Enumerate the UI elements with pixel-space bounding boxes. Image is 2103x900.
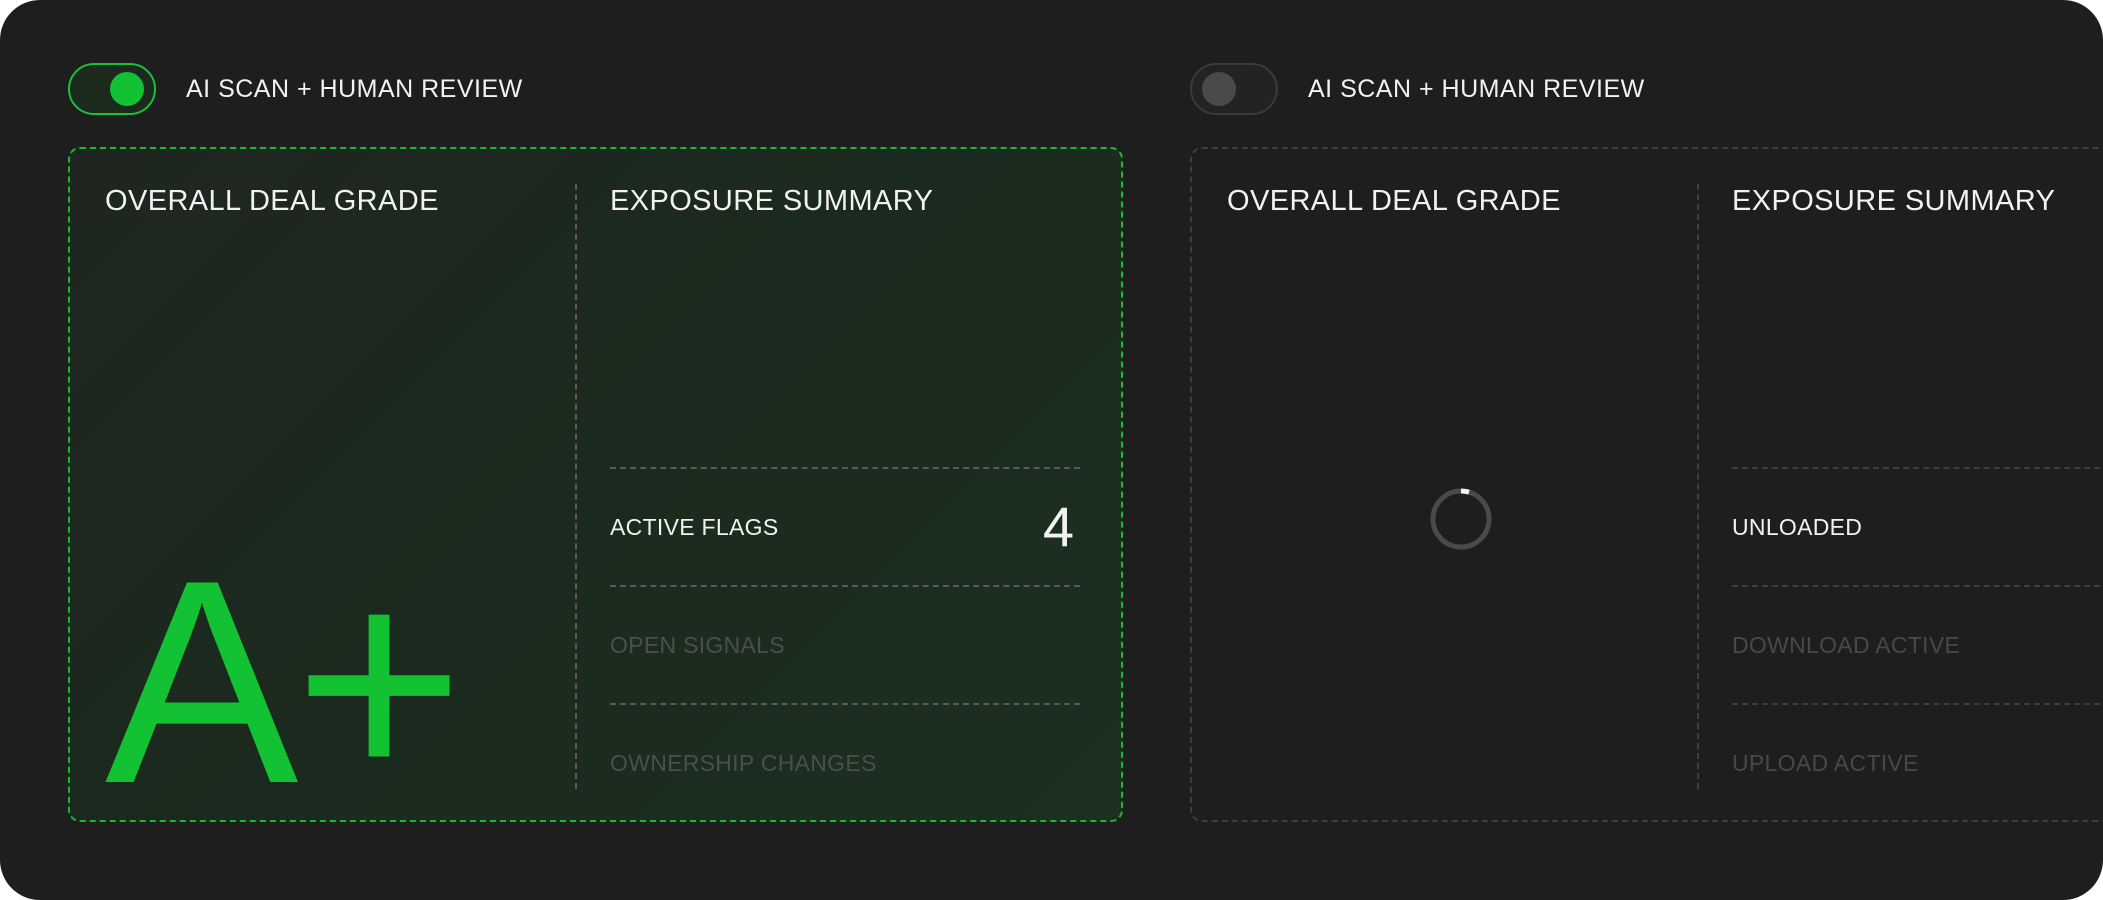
row-label: UPLOAD ACTIVE xyxy=(1732,749,1919,776)
toggle-knob xyxy=(110,72,144,106)
exposure-row-unloaded: UNLOADED xyxy=(1732,467,2103,585)
ai-scan-toggle-off[interactable] xyxy=(1190,63,1278,115)
left-panel: AI SCAN + HUMAN REVIEW OVERALL DEAL GRAD… xyxy=(68,0,1123,900)
exposure-row-active-flags: ACTIVE FLAGS 4 xyxy=(610,467,1080,585)
toggle-row-right: AI SCAN + HUMAN REVIEW xyxy=(1190,63,1645,115)
grade-title: OVERALL DEAL GRADE xyxy=(1227,185,1561,217)
row-label: DOWNLOAD ACTIVE xyxy=(1732,631,1961,658)
right-panel: AI SCAN + HUMAN REVIEW OVERALL DEAL GRAD… xyxy=(1190,0,2103,900)
exposure-rows: ACTIVE FLAGS 4 OPEN SIGNALS OWNERSHIP CH… xyxy=(610,467,1080,821)
row-label: ACTIVE FLAGS xyxy=(610,513,779,540)
exposure-title: EXPOSURE SUMMARY xyxy=(610,185,934,217)
toggle-label: AI SCAN + HUMAN REVIEW xyxy=(186,74,523,103)
exposure-row-ownership-changes: OWNERSHIP CHANGES xyxy=(610,703,1080,821)
exposure-rows: UNLOADED DOWNLOAD ACTIVE UPLOAD ACTIVE xyxy=(1732,467,2103,821)
row-label: OWNERSHIP CHANGES xyxy=(610,749,877,776)
exposure-row-upload-active: UPLOAD ACTIVE xyxy=(1732,703,2103,821)
row-label: OPEN SIGNALS xyxy=(610,631,785,658)
deal-grade-card-inactive: OVERALL DEAL GRADE EXPOSURE SUMMARY UNLO… xyxy=(1190,147,2103,822)
grade-value: A+ xyxy=(105,520,464,844)
row-value: 4 xyxy=(1042,495,1074,558)
exposure-title: EXPOSURE SUMMARY xyxy=(1732,185,2056,217)
column-divider xyxy=(575,184,577,789)
app-frame: AI SCAN + HUMAN REVIEW OVERALL DEAL GRAD… xyxy=(0,0,2103,900)
toggle-knob xyxy=(1202,72,1236,106)
toggle-row-left: AI SCAN + HUMAN REVIEW xyxy=(68,63,523,115)
spinner-icon xyxy=(1430,488,1492,550)
grade-title: OVERALL DEAL GRADE xyxy=(105,185,439,217)
ai-scan-toggle-on[interactable] xyxy=(68,63,156,115)
row-label: UNLOADED xyxy=(1732,513,1863,540)
column-divider xyxy=(1697,184,1699,789)
exposure-row-open-signals: OPEN SIGNALS xyxy=(610,585,1080,703)
toggle-label: AI SCAN + HUMAN REVIEW xyxy=(1308,74,1645,103)
deal-grade-card-active: OVERALL DEAL GRADE A+ EXPOSURE SUMMARY A… xyxy=(68,147,1123,827)
exposure-row-download-active: DOWNLOAD ACTIVE xyxy=(1732,585,2103,703)
